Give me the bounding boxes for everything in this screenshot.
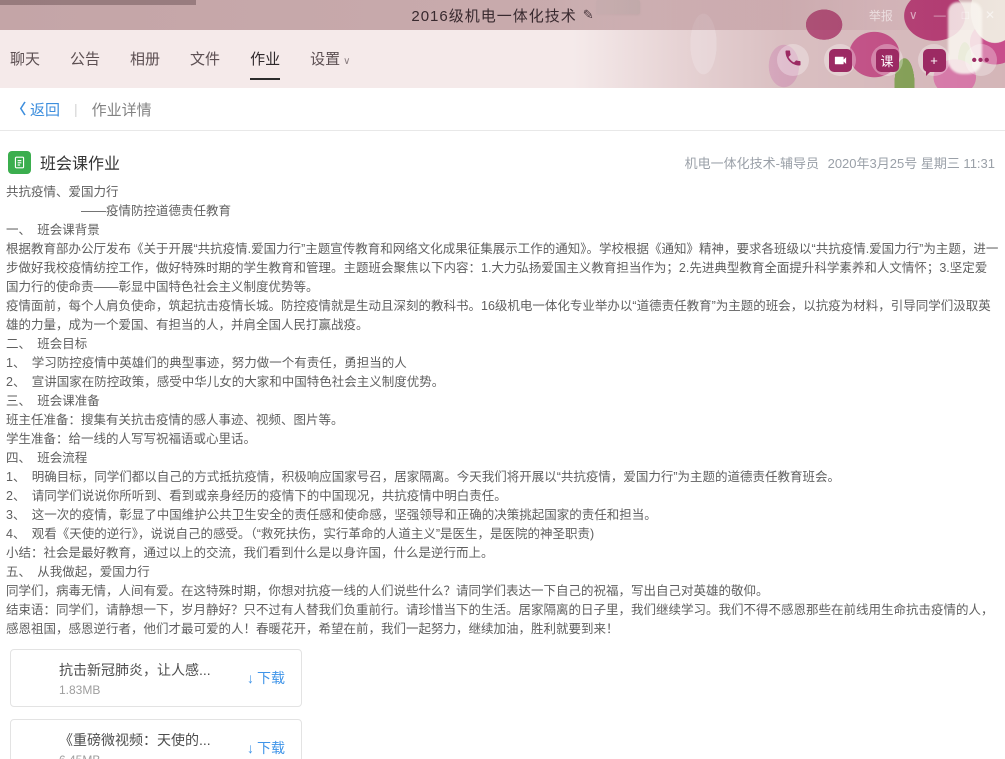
body-paragraph: 五、 从我做起，爱国力行 xyxy=(6,563,999,582)
chevron-down-icon: ∨ xyxy=(343,56,350,67)
back-button[interactable]: 〈 返回 xyxy=(12,99,60,120)
download-label: 下载 xyxy=(257,668,285,688)
minimize-icon[interactable]: — xyxy=(934,8,946,22)
download-arrow-icon: ↓ xyxy=(247,670,254,686)
attachment-card[interactable]: 《重磅微视频：天使的... 6.45MB ↓ 下载 xyxy=(10,719,302,759)
video-camera-icon xyxy=(829,49,852,72)
new-post-button[interactable]: + xyxy=(918,44,950,76)
header-action-icons: 课 + ••• xyxy=(777,44,997,76)
assignment-title: 班会课作业 xyxy=(40,150,685,174)
report-button[interactable]: 举报 xyxy=(869,7,893,24)
download-label: 下载 xyxy=(257,738,285,758)
body-paragraph: 三、 班会课准备 xyxy=(6,392,999,411)
body-paragraph: 班主任准备：搜集有关抗击疫情的感人事迹、视频、图片等。 xyxy=(6,411,999,430)
assignment-author: 机电一体化技术-辅导员 xyxy=(685,156,819,171)
body-paragraph: 小结：社会是最好教育，通过以上的交流，我们看到什么是以身许国，什么是逆行而上。 xyxy=(6,544,999,563)
chevron-down-icon[interactable]: ∨ xyxy=(909,8,918,22)
more-dots-icon: ••• xyxy=(972,52,991,69)
tab-files[interactable]: 文件 xyxy=(190,48,220,80)
body-paragraph: 一、 班会课背景 xyxy=(6,221,999,240)
voice-call-button[interactable] xyxy=(777,44,809,76)
download-button[interactable]: ↓ 下载 xyxy=(247,738,285,758)
chevron-left-icon: 〈 xyxy=(12,99,26,119)
tab-settings[interactable]: 设置∨ xyxy=(310,48,350,80)
body-paragraph: 1、 明确目标，同学们都以自己的方式抵抗疫情，积极响应国家号召，居家隔离。今天我… xyxy=(6,468,999,487)
body-paragraph: 2、 请同学们说说你所听到、看到或亲身经历的疫情下的中国现况，共抗疫情中明白责任… xyxy=(6,487,999,506)
body-paragraph: 1、 学习防控疫情中英雄们的典型事迹，努力做一个有责任，勇担当的人 xyxy=(6,354,999,373)
assignment-body: 共抗疫情、爱国力行 ——疫情防控道德责任教育 一、 班会课背景 根据教育部办公厅… xyxy=(0,183,1005,639)
body-paragraph: 同学们，病毒无情，人间有爱。在这特殊时期，你想对抗疫一线的人们说些什么？请同学们… xyxy=(6,582,999,601)
course-button[interactable]: 课 xyxy=(871,44,903,76)
attachment-card[interactable]: 抗击新冠肺炎，让人感... 1.83MB ↓ 下载 xyxy=(10,649,302,707)
body-paragraph: 3、 这一次的疫情，彰显了中国维护公共卫生安全的责任感和使命感，坚强领导和正确的… xyxy=(6,506,999,525)
breadcrumb: 〈 返回 | 作业详情 xyxy=(0,88,1005,131)
maximize-icon[interactable]: □ xyxy=(962,8,969,22)
tab-homework[interactable]: 作业 xyxy=(250,48,280,80)
tab-settings-label: 设置 xyxy=(310,51,340,68)
assignment-meta: 机电一体化技术-辅导员 2020年3月25号 星期三 11:31 xyxy=(685,153,995,172)
body-paragraph: 共抗疫情、爱国力行 xyxy=(6,183,999,202)
window-controls: 举报 ∨ — □ ✕ xyxy=(869,0,995,30)
body-paragraph: ——疫情防控道德责任教育 xyxy=(6,202,999,221)
group-header: 2016级机电一体化技术 ✎ 举报 ∨ — □ ✕ 聊天 公告 相册 文件 作业… xyxy=(0,0,1005,88)
group-title: 2016级机电一体化技术 xyxy=(411,5,576,26)
video-call-button[interactable] xyxy=(824,44,856,76)
body-paragraph: 结束语：同学们，请静想一下，岁月静好？只不过有人替我们负重前行。请珍惜当下的生活… xyxy=(6,601,999,639)
page-title: 作业详情 xyxy=(92,99,152,120)
course-badge-icon: 课 xyxy=(876,49,899,72)
window-titlebar: 2016级机电一体化技术 ✎ xyxy=(0,0,1005,30)
body-paragraph: 2、 宣讲国家在防控政策，感受中华儿女的大家和中国特色社会主义制度优势。 xyxy=(6,373,999,392)
breadcrumb-divider: | xyxy=(74,101,78,117)
download-button[interactable]: ↓ 下载 xyxy=(247,668,285,688)
body-paragraph: 4、 观看《天使的逆行》，说说自己的感受。（“救死扶伤，实行革命的人道主义”是医… xyxy=(6,525,999,544)
edit-title-icon[interactable]: ✎ xyxy=(583,7,594,23)
more-button[interactable]: ••• xyxy=(965,44,997,76)
attachment-list: 抗击新冠肺炎，让人感... 1.83MB ↓ 下载 《重磅微视频：天使的... … xyxy=(10,649,302,759)
assignment-header: 班会课作业 机电一体化技术-辅导员 2020年3月25号 星期三 11:31 xyxy=(8,150,995,174)
download-arrow-icon: ↓ xyxy=(247,740,254,756)
body-paragraph: 根据教育部办公厅发布《关于开展“共抗疫情.爱国力行”主题宣传教育和网络文化成果征… xyxy=(6,240,999,297)
back-label: 返回 xyxy=(30,99,60,120)
tab-announcements[interactable]: 公告 xyxy=(70,48,100,80)
nav-tabs: 聊天 公告 相册 文件 作业 设置∨ xyxy=(10,48,350,80)
body-paragraph: 疫情面前，每个人肩负使命，筑起抗击疫情长城。防控疫情就是生动且深刻的教科书。16… xyxy=(6,297,999,335)
phone-icon xyxy=(783,48,803,73)
plus-bubble-icon: + xyxy=(923,49,946,72)
body-paragraph: 四、 班会流程 xyxy=(6,449,999,468)
body-paragraph: 二、 班会目标 xyxy=(6,335,999,354)
assignment-datetime: 2020年3月25号 星期三 11:31 xyxy=(828,156,995,171)
tab-albums[interactable]: 相册 xyxy=(130,48,160,80)
close-icon[interactable]: ✕ xyxy=(985,8,995,22)
tab-chat[interactable]: 聊天 xyxy=(10,48,40,80)
document-icon xyxy=(8,151,31,174)
body-paragraph: 学生准备：给一线的人写写祝福语或心里话。 xyxy=(6,430,999,449)
